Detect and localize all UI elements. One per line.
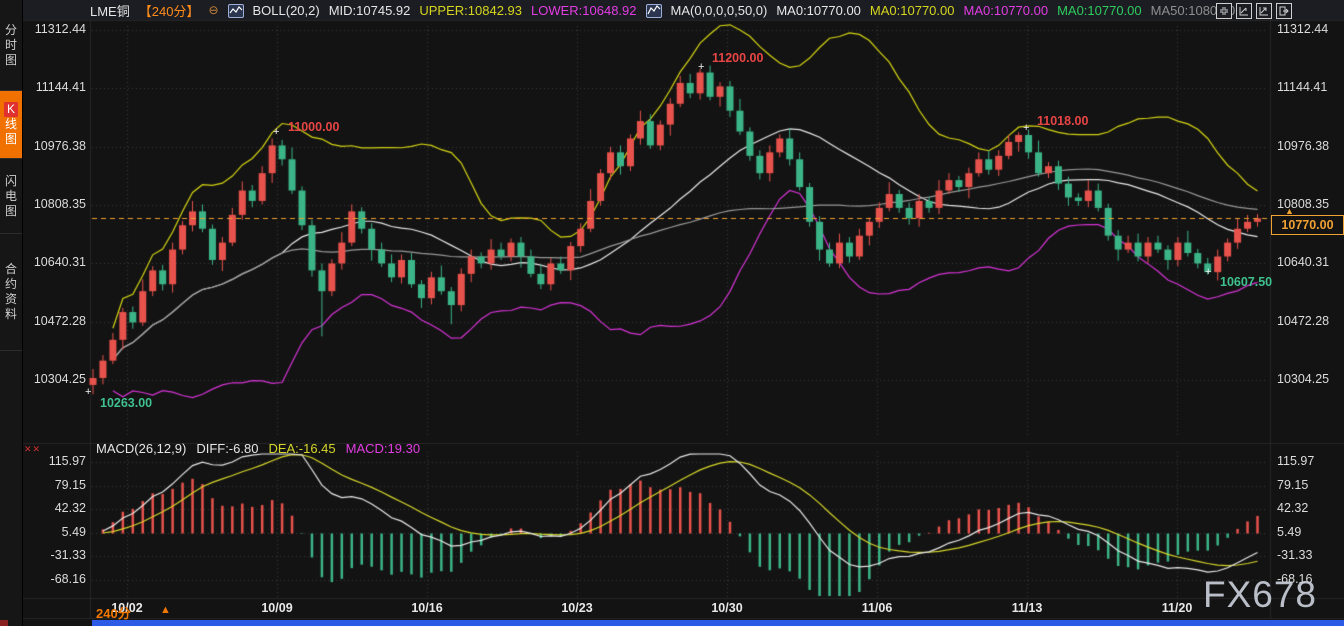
macd-label-right-3: 5.49 [1277,525,1301,539]
macd-label-right-0: 115.97 [1277,454,1314,468]
boll-upper-value: UPPER:10842.93 [419,3,522,18]
time-label-1: 10/09 [261,601,292,615]
price-label-left-2: 10976.38 [20,139,86,153]
macd-tool-icon[interactable]: ✕✕ [24,444,41,455]
annotation-cross-icon-0: + [273,126,279,138]
macd-label-right-4: -31.33 [1277,548,1312,562]
price-label-right-5: 10472.28 [1277,314,1329,328]
macd-label-left-5: -68.16 [20,572,86,586]
time-label-6: 11/13 [1012,601,1043,615]
price-label-left-1: 11144.41 [20,80,86,94]
macd-diff-value: DIFF:-6.80 [196,441,258,456]
axis-scale-icon[interactable] [1236,3,1252,19]
time-label-4: 10/30 [711,601,742,615]
chart-canvas[interactable] [0,0,1344,626]
pane-switch-icon[interactable] [1276,3,1292,19]
macd-label-right-1: 79.15 [1277,478,1308,492]
price-label-right-0: 11312.44 [1277,22,1328,36]
macd-label-right-2: 42.32 [1277,501,1308,515]
macd-title: MACD(26,12,9) [96,441,186,456]
macd-dea-value: DEA:-16.45 [268,441,335,456]
macd-label-left-3: 5.49 [20,525,86,539]
period-label[interactable]: 【240分】 [139,1,200,20]
price-label-right-6: 10304.25 [1277,372,1329,386]
macd-label-left-1: 79.15 [20,478,86,492]
ma-values: MA0:10770.00 MA0:10770.00 MA0:10770.00 MA0:… [776,3,1242,18]
sidebar-item-2[interactable]: 闪电图 [0,159,22,234]
price-label-left-4: 10640.31 [20,255,86,269]
sidebar-item-3[interactable]: 合约资料 [0,234,22,351]
price-annotation-1: 11200.00 [712,51,763,65]
price-label-left-0: 11312.44 [20,22,86,36]
time-label-7: 11/20 [1162,601,1193,615]
price-label-left-6: 10304.25 [20,372,86,386]
ma-value-2: MA0:10770.00 [964,3,1049,18]
current-price-tag: 10770.00 [1271,215,1344,235]
collapse-icon[interactable]: ⊖ [208,3,218,17]
macd-label-left-4: -31.33 [20,548,86,562]
sidebar-item-0[interactable]: 分时图 [0,0,22,91]
annotation-cross-icon-4: + [1205,266,1211,278]
macd-header: MACD(26,12,9) DIFF:-6.80 DEA:-16.45 MACD… [96,441,420,456]
watermark: FX678 [1203,574,1317,616]
ma-value-0: MA0:10770.00 [776,3,861,18]
chart-toolbar [1216,3,1292,19]
crosshair-grid-icon[interactable] [1216,3,1232,19]
ma-indicator-icon[interactable] [646,4,662,18]
sidebar-item-1[interactable]: K线图 [0,91,22,159]
ma-label: MA(0,0,0,0,50,0) [671,3,768,18]
axis-pointer-icon[interactable] [1256,3,1272,19]
macd-label-left-2: 42.32 [20,501,86,515]
boll-lower-value: LOWER:10648.92 [531,3,637,18]
price-label-left-5: 10472.28 [20,314,86,328]
boll-indicator-icon[interactable] [228,4,244,18]
annotation-cross-icon-2: + [1023,122,1029,134]
ma-value-3: MA0:10770.00 [1057,3,1142,18]
boll-mid-value: MID:10745.92 [329,3,411,18]
price-label-left-3: 10808.35 [20,197,86,211]
bottom-left-marker [0,620,8,626]
price-label-right-4: 10640.31 [1277,255,1329,269]
trading-app-window: LME铜 【240分】 ⊖ BOLL(20,2) MID:10745.92 UP… [0,0,1344,626]
macd-label-left-0: 115.97 [20,454,86,468]
macd-macd-value: MACD:19.30 [346,441,420,456]
period-dropdown-arrow-icon[interactable]: ▲ [160,604,171,616]
annotation-cross-icon-1: + [698,61,704,73]
time-label-5: 11/06 [862,601,893,615]
bottom-scrollbar[interactable] [92,620,1344,626]
price-annotation-2: 11018.00 [1037,114,1088,128]
boll-label: BOLL(20,2) [253,3,320,18]
price-label-right-1: 11144.41 [1277,80,1327,94]
ma-value-1: MA0:10770.00 [870,3,955,18]
annotation-cross-icon-3: + [85,386,91,398]
price-annotation-3: 10263.00 [100,396,152,410]
price-label-right-2: 10976.38 [1277,139,1329,153]
time-label-3: 10/23 [561,601,592,615]
time-label-2: 10/16 [411,601,442,615]
symbol-name: LME铜 [90,1,130,20]
price-annotation-0: 11000.00 [288,120,339,134]
indicator-header: LME铜 【240分】 ⊖ BOLL(20,2) MID:10745.92 UP… [22,0,1344,20]
price-annotation-4: 10607.50 [1220,275,1272,289]
